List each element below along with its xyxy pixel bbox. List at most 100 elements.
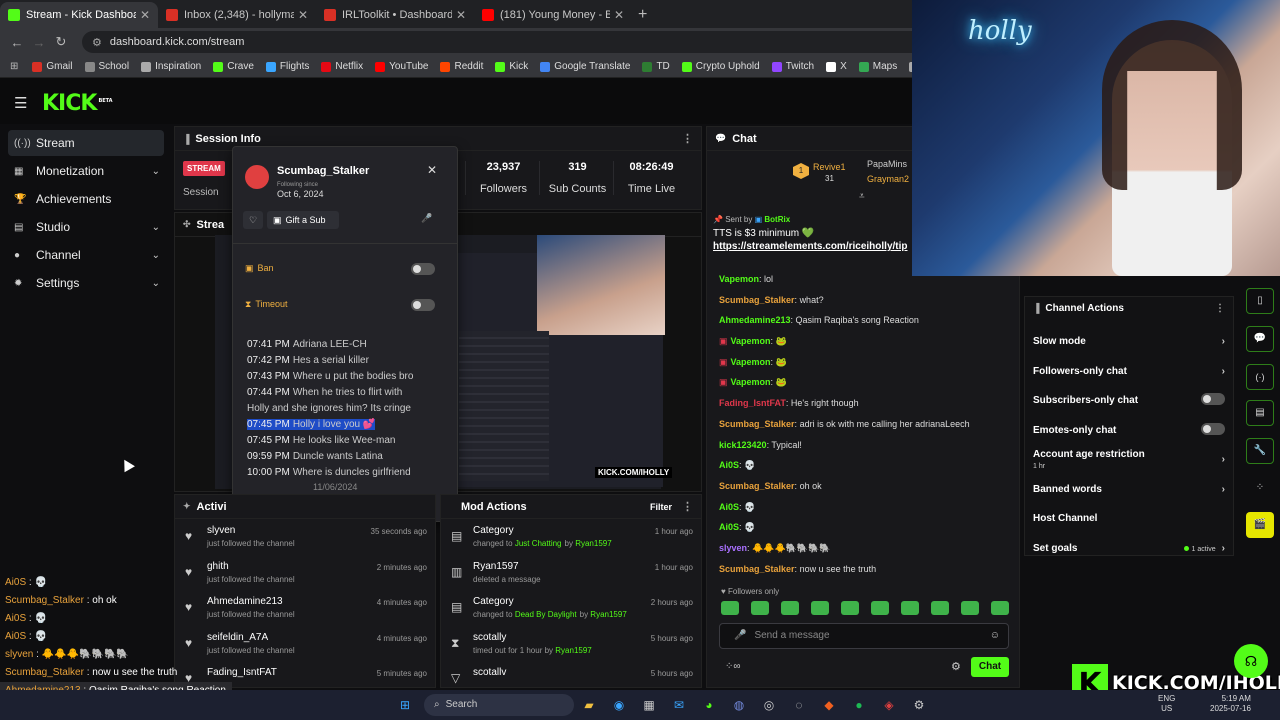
chat-username[interactable]: Ai0S bbox=[719, 522, 739, 532]
close-tab-icon[interactable]: ✕ bbox=[456, 8, 466, 22]
bookmark-item[interactable]: Crave bbox=[213, 61, 254, 72]
edge-icon[interactable]: ◉ bbox=[608, 696, 630, 714]
chat-username[interactable]: Scumbag_Stalker bbox=[719, 481, 795, 491]
user-card-username[interactable]: Scumbag_Stalker bbox=[277, 165, 369, 177]
emote-icon[interactable] bbox=[901, 601, 919, 615]
emote-icon[interactable] bbox=[931, 601, 949, 615]
spotify-icon[interactable]: ● bbox=[848, 696, 870, 714]
chat-username[interactable]: slyven bbox=[719, 543, 747, 553]
rail-dots-icon[interactable]: ⁘ bbox=[1246, 476, 1274, 502]
taskbar-search[interactable]: ⌕ Search bbox=[424, 694, 574, 716]
chat-username[interactable]: Vapemon bbox=[731, 336, 771, 346]
bookmark-item[interactable]: Gmail bbox=[32, 61, 73, 72]
forward-icon[interactable]: → bbox=[28, 35, 50, 50]
ban-toggle[interactable] bbox=[411, 263, 435, 275]
bookmark-item[interactable]: YouTube bbox=[375, 61, 428, 72]
language-indicator[interactable]: ENG US bbox=[1158, 694, 1175, 714]
bookmark-item[interactable]: Twitch bbox=[771, 61, 814, 72]
emote-icon[interactable] bbox=[871, 601, 889, 615]
channel-action-set-goals[interactable]: Set goals 1 active › bbox=[1025, 534, 1233, 564]
browser-tab[interactable]: (181) Young Money - Bed Rock ✕ bbox=[474, 2, 632, 28]
chat-username[interactable]: Ai0S bbox=[719, 502, 739, 512]
windows-start-icon[interactable]: ⊞ bbox=[394, 696, 416, 714]
chat-username[interactable]: Vapemon bbox=[719, 274, 759, 284]
emote-icon[interactable] bbox=[781, 601, 799, 615]
rail-chat-icon[interactable]: 💬 bbox=[1246, 326, 1274, 352]
back-icon[interactable]: ← bbox=[6, 35, 28, 50]
bookmark-item[interactable]: Reddit bbox=[440, 61, 483, 72]
bookmark-item[interactable]: Inspiration bbox=[141, 61, 201, 72]
browser-tab[interactable]: IRLToolkit • Dashboard ✕ bbox=[316, 2, 474, 28]
emote-icon[interactable] bbox=[841, 601, 859, 615]
close-tab-icon[interactable]: ✕ bbox=[298, 8, 308, 22]
menu-icon[interactable]: ☰ bbox=[14, 94, 27, 112]
sidebar-item-achievements[interactable]: 🏆 Achievements bbox=[8, 186, 164, 212]
sidebar-item-stream[interactable]: ((·)) Stream bbox=[8, 130, 164, 156]
channel-action-slow-mode[interactable]: Slow mode › bbox=[1025, 327, 1233, 357]
chat-username[interactable]: kick123420 bbox=[719, 440, 767, 450]
rail-clapper-icon[interactable]: 🎬 bbox=[1246, 512, 1274, 538]
apps-icon[interactable]: ⊞ bbox=[10, 61, 18, 72]
chat-username[interactable]: Vapemon bbox=[731, 357, 771, 367]
chat-username[interactable]: Vapemon bbox=[731, 377, 771, 387]
toggle-switch[interactable] bbox=[1201, 422, 1225, 435]
sidebar-item-monetization[interactable]: ▦ Monetization ⌄ bbox=[8, 158, 164, 184]
bookmark-item[interactable]: School bbox=[84, 61, 129, 72]
channel-action-host-channel[interactable]: Host Channel bbox=[1025, 504, 1233, 534]
chat-username[interactable]: Ai0S bbox=[719, 460, 739, 470]
brave-icon[interactable]: ◆ bbox=[818, 696, 840, 714]
bookmark-item[interactable]: Crypto Uphold bbox=[681, 61, 760, 72]
sidebar-item-settings[interactable]: ✹ Settings ⌄ bbox=[8, 270, 164, 296]
mail-icon[interactable]: ✉ bbox=[668, 696, 690, 714]
chat-settings-extra-icon[interactable]: ⁘∞ bbox=[725, 661, 741, 672]
channel-action-emotes-only-chat[interactable]: Emotes-only chat bbox=[1025, 416, 1233, 446]
browser-tab[interactable]: Inbox (2,348) - hollyma7@gmail.com ✕ bbox=[158, 2, 316, 28]
chat-username[interactable]: Scumbag_Stalker bbox=[719, 295, 795, 305]
clock[interactable]: 5:19 AM 2025-07-16 bbox=[1210, 694, 1251, 714]
pinned-link[interactable]: https://streamelements.com/riceiholly/ti… bbox=[713, 241, 913, 252]
channel-action-banned-words[interactable]: Banned words › bbox=[1025, 475, 1233, 505]
rail-stack-icon[interactable]: ▤ bbox=[1246, 400, 1274, 426]
filter-button[interactable]: Filter bbox=[650, 502, 672, 512]
emote-icon[interactable] bbox=[751, 601, 769, 615]
reload-icon[interactable]: ↻ bbox=[50, 34, 72, 50]
more-options-icon[interactable]: ⋮ bbox=[682, 500, 693, 513]
bookmark-item[interactable]: Flights bbox=[265, 61, 309, 72]
file-explorer-icon[interactable]: ▰ bbox=[578, 696, 600, 714]
chat-username[interactable]: Fading_IsntFAT bbox=[719, 398, 786, 408]
emote-icon[interactable] bbox=[991, 601, 1009, 615]
timeout-toggle[interactable] bbox=[411, 299, 435, 311]
emote-icon[interactable] bbox=[961, 601, 979, 615]
bookmark-item[interactable]: X bbox=[826, 61, 847, 72]
kick-logo[interactable]: KICK BETA bbox=[42, 91, 113, 116]
rail-tablet-icon[interactable]: ▯ bbox=[1246, 288, 1274, 314]
mic-icon[interactable]: 🎤 bbox=[734, 630, 746, 641]
chat-username[interactable]: Scumbag_Stalker bbox=[719, 419, 795, 429]
chat-username[interactable]: Scumbag_Stalker bbox=[719, 564, 795, 574]
sidebar-item-studio[interactable]: ▤ Studio ⌄ bbox=[8, 214, 164, 240]
bookmark-item[interactable]: TD bbox=[642, 61, 670, 72]
timeout-row[interactable]: ⧗ Timeout bbox=[245, 299, 435, 311]
rail-broadcast-icon[interactable]: (·) bbox=[1246, 364, 1274, 390]
chat-input[interactable]: 🎤 Send a message ☺ bbox=[719, 623, 1009, 649]
follow-heart-button[interactable]: ♡ bbox=[243, 211, 263, 229]
send-chat-button[interactable]: Chat bbox=[971, 657, 1009, 677]
channel-action-followers-only-chat[interactable]: Followers-only chat › bbox=[1025, 357, 1233, 387]
more-options-icon[interactable]: ⋮ bbox=[682, 132, 693, 145]
gift-sub-button[interactable]: ▣ Gift a Sub bbox=[267, 211, 339, 229]
chrome-icon[interactable]: ◕ bbox=[698, 696, 720, 714]
bookmark-item[interactable]: Kick bbox=[495, 61, 528, 72]
channel-action-subscribers-only-chat[interactable]: Subscribers-only chat bbox=[1025, 386, 1233, 416]
bookmark-item[interactable]: Google Translate bbox=[540, 61, 630, 72]
app-icon-2[interactable]: ◌ bbox=[788, 696, 810, 714]
bookmark-item[interactable]: Netflix bbox=[321, 61, 363, 72]
emote-icon[interactable] bbox=[721, 601, 739, 615]
steam-icon[interactable]: ⚙ bbox=[908, 696, 930, 714]
emote-icon[interactable] bbox=[811, 601, 829, 615]
store-icon[interactable]: ▦ bbox=[638, 696, 660, 714]
chat-username[interactable]: Ahmedamine213 bbox=[719, 315, 791, 325]
collapse-icon[interactable]: ⩡ bbox=[859, 191, 865, 202]
close-tab-icon[interactable]: ✕ bbox=[614, 8, 624, 22]
close-tab-icon[interactable]: ✕ bbox=[140, 8, 150, 22]
gear-icon[interactable]: ⚙ bbox=[951, 660, 961, 673]
